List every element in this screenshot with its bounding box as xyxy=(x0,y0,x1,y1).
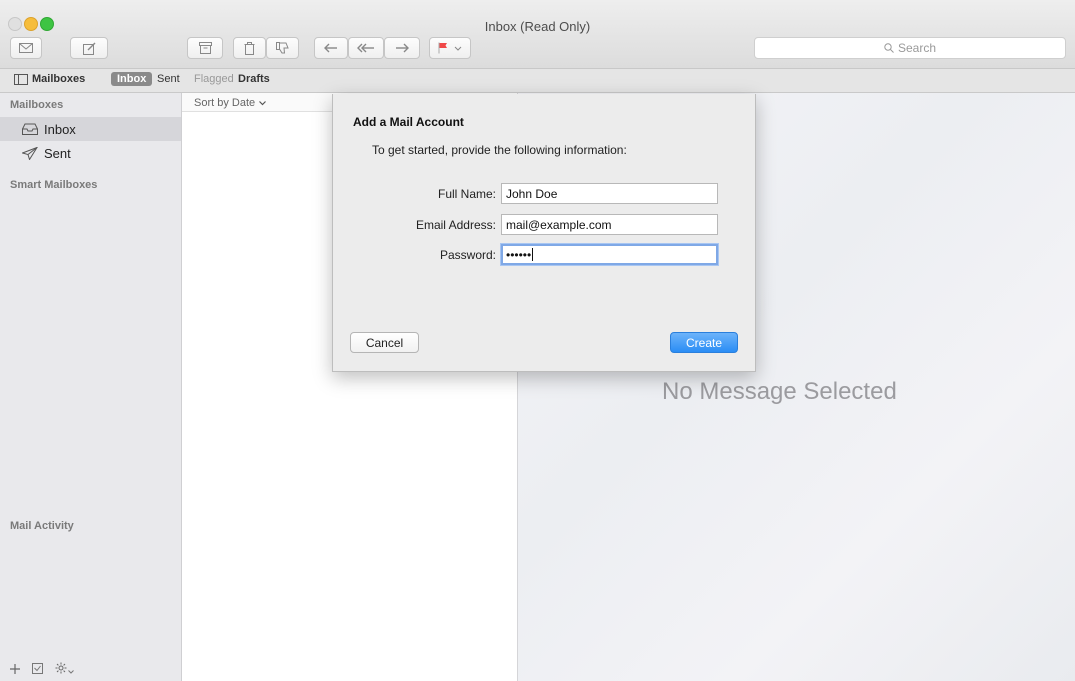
text-caret xyxy=(532,248,534,261)
flag-button[interactable] xyxy=(429,37,471,59)
flag-icon xyxy=(438,42,448,54)
email-address-row: Email Address: mail@example.com xyxy=(333,214,757,236)
reply-button[interactable] xyxy=(314,37,348,59)
sidebar-section-smart-mailboxes: Smart Mailboxes xyxy=(10,179,98,191)
cancel-button[interactable]: Cancel xyxy=(350,332,419,353)
favorites-bar: Mailboxes Inbox Sent Flagged Drafts xyxy=(0,69,1075,93)
password-field[interactable]: •••••• xyxy=(501,244,718,265)
delete-button[interactable] xyxy=(233,37,266,59)
get-mail-button[interactable] xyxy=(10,37,42,59)
favorites-drafts[interactable]: Drafts xyxy=(238,73,270,85)
sidebar-item-inbox[interactable]: Inbox xyxy=(0,117,181,141)
sidebar-item-label: Sent xyxy=(44,145,71,161)
reply-all-icon xyxy=(357,43,375,54)
forward-button[interactable] xyxy=(384,37,420,59)
archive-button[interactable] xyxy=(187,37,223,59)
password-row: Password: •••••• xyxy=(333,244,757,266)
mail-window: Inbox (Read Only) Search Mailboxes Inbox… xyxy=(0,0,1075,681)
sidebar-toggle-icon xyxy=(14,73,28,85)
favorites-inbox[interactable]: Inbox xyxy=(111,72,153,86)
chevron-down-icon xyxy=(259,100,267,106)
plus-icon xyxy=(10,661,20,677)
reply-all-button[interactable] xyxy=(348,37,384,59)
checkbox-icon xyxy=(32,661,43,677)
sidebar-item-sent[interactable]: Sent xyxy=(0,141,181,165)
sidebar-bottom-bar xyxy=(10,661,74,677)
sidebar: Mailboxes Inbox Sent Smart Mailboxes Mai… xyxy=(0,93,182,681)
action-menu-button[interactable] xyxy=(55,661,74,677)
chevron-down-icon xyxy=(68,661,74,677)
reply-icon xyxy=(324,43,338,54)
compose-icon xyxy=(82,42,96,55)
paper-plane-icon xyxy=(22,146,38,160)
envelope-icon xyxy=(19,43,33,53)
full-name-row: Full Name: John Doe xyxy=(333,183,757,205)
sidebar-section-mail-activity: Mail Activity xyxy=(10,520,74,532)
sort-by-date-button[interactable]: Sort by Date xyxy=(194,97,267,109)
full-name-field[interactable]: John Doe xyxy=(501,183,718,204)
create-button[interactable]: Create xyxy=(670,332,738,353)
password-label: Password: xyxy=(439,248,496,262)
junk-button[interactable] xyxy=(266,37,299,59)
search-icon xyxy=(884,43,894,53)
thumbs-down-icon xyxy=(276,42,289,54)
add-mailbox-button[interactable] xyxy=(10,661,20,677)
email-address-field[interactable]: mail@example.com xyxy=(501,214,718,235)
add-mail-account-dialog: Add a Mail Account To get started, provi… xyxy=(332,94,756,372)
favorites-sent[interactable]: Sent xyxy=(157,73,180,85)
forward-icon xyxy=(395,43,409,54)
window-title: Inbox (Read Only) xyxy=(484,19,591,34)
chevron-down-icon xyxy=(454,46,462,51)
favorites-mailboxes[interactable]: Mailboxes xyxy=(14,73,85,85)
sidebar-item-label: Inbox xyxy=(44,121,76,137)
email-address-label: Email Address: xyxy=(415,218,496,232)
toolbar: Inbox (Read Only) Search xyxy=(0,0,1075,69)
gear-icon xyxy=(55,661,67,677)
favorites-flagged[interactable]: Flagged xyxy=(194,73,234,85)
compose-button[interactable] xyxy=(70,37,108,59)
inbox-tray-icon xyxy=(22,123,38,135)
trash-icon xyxy=(244,41,255,55)
filter-button[interactable] xyxy=(32,661,43,677)
full-name-label: Full Name: xyxy=(437,187,496,201)
search-field[interactable]: Search xyxy=(754,37,1066,59)
dialog-intro: To get started, provide the following in… xyxy=(372,143,627,157)
search-placeholder: Search xyxy=(897,41,937,55)
sidebar-section-mailboxes: Mailboxes xyxy=(10,99,64,111)
no-message-selected: No Message Selected xyxy=(662,378,897,405)
archive-icon xyxy=(198,42,212,54)
dialog-title: Add a Mail Account xyxy=(353,115,464,129)
